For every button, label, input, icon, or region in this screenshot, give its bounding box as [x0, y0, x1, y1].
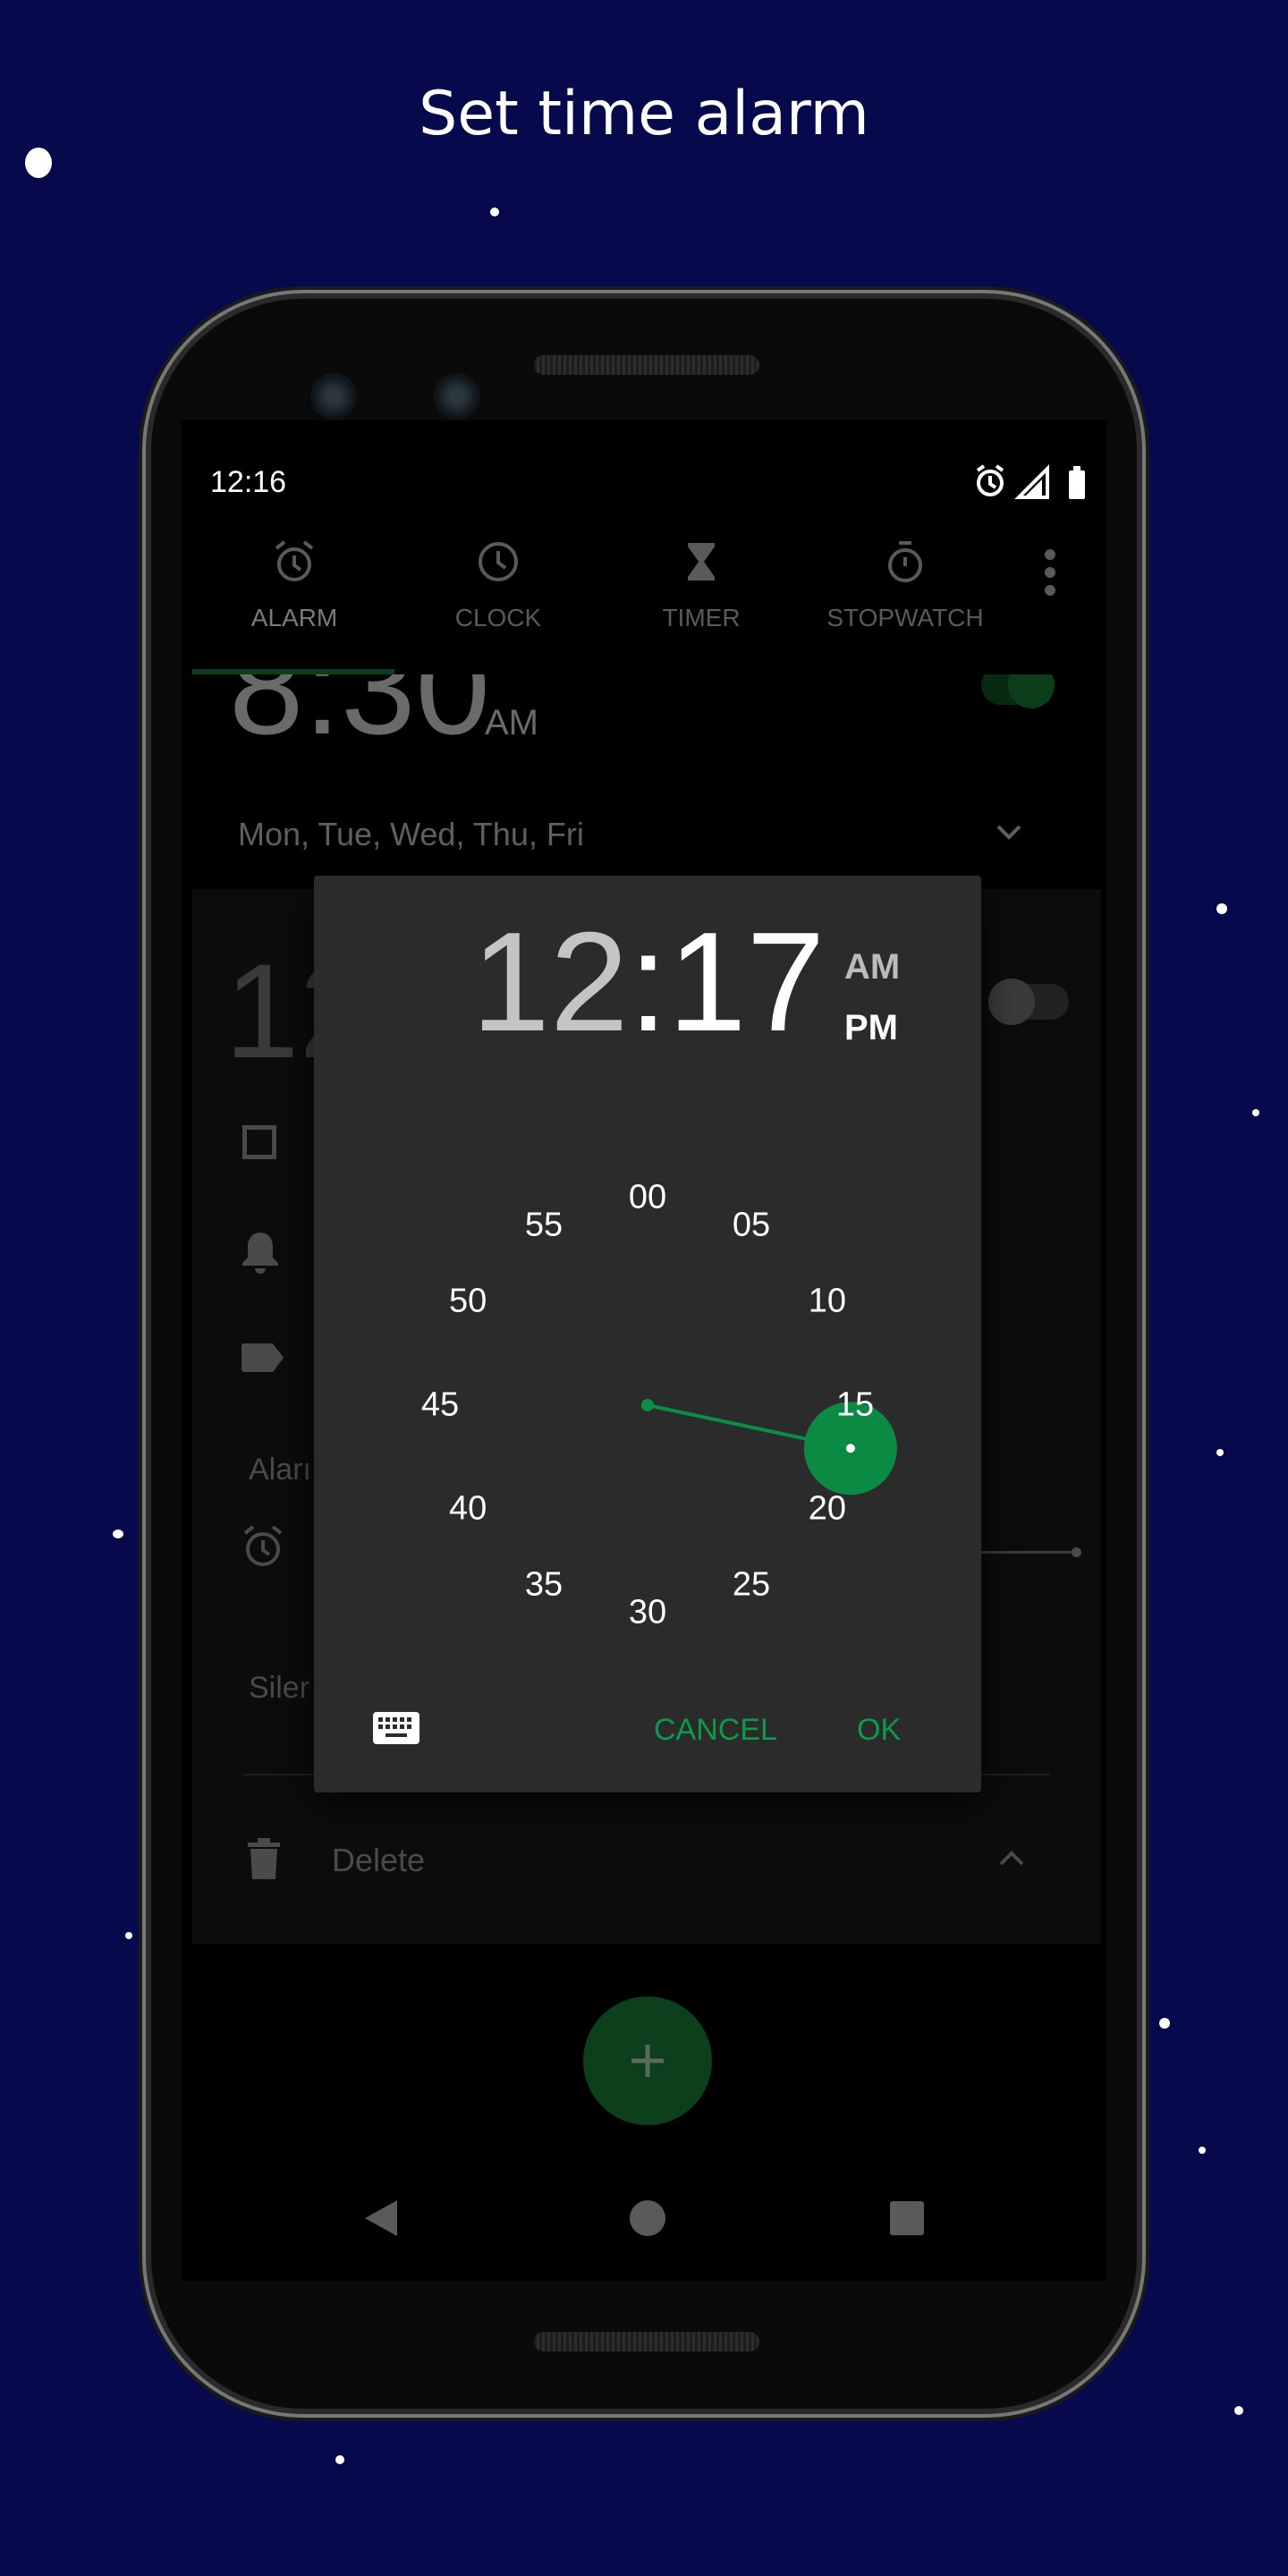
cancel-button[interactable]: CANCEL — [654, 1713, 777, 1748]
star-decoration — [1216, 903, 1227, 914]
camera-icon — [434, 373, 480, 419]
repeat-checkbox[interactable] — [242, 1125, 276, 1159]
minute-label[interactable]: 55 — [525, 1207, 563, 1245]
recents-icon[interactable] — [890, 2201, 924, 2235]
home-icon[interactable] — [630, 2200, 665, 2236]
page-title: Set time alarm — [419, 79, 869, 149]
minute-label[interactable]: 35 — [525, 1565, 563, 1604]
minute-label[interactable]: 25 — [733, 1565, 770, 1604]
stopwatch-icon — [888, 541, 922, 582]
more-options-icon[interactable] — [1039, 546, 1061, 599]
tab-alarm[interactable]: ALARM — [192, 539, 396, 632]
minute-label[interactable]: 10 — [809, 1283, 846, 1321]
tab-clock[interactable]: CLOCK — [396, 539, 600, 632]
chevron-down-icon[interactable] — [995, 821, 1023, 843]
tab-label: STOPWATCH — [826, 604, 984, 631]
minute-label[interactable]: 00 — [629, 1179, 666, 1217]
minute-clock-face[interactable]: 00 05 10 15 20 25 30 35 40 45 50 55 — [314, 876, 981, 1792]
alarm-clock-icon — [275, 540, 314, 581]
status-time: 12:16 — [210, 465, 287, 499]
battery-icon — [1069, 466, 1085, 499]
signal-icon — [1014, 464, 1049, 499]
tab-stopwatch[interactable]: STOPWATCH — [803, 539, 1007, 632]
star-decoration — [1159, 2018, 1170, 2029]
speaker-grille — [534, 355, 759, 375]
status-icons — [976, 464, 1085, 499]
hourglass-icon — [688, 543, 715, 580]
back-icon[interactable] — [361, 2199, 401, 2238]
tab-label: CLOCK — [454, 604, 542, 631]
alarm-volume-label: Aları — [249, 1453, 311, 1487]
alarm-ampm: AM — [485, 703, 538, 742]
hand-center-dot — [641, 1399, 654, 1411]
minute-label[interactable]: 30 — [629, 1594, 666, 1632]
alarm-time[interactable]: 8:30 — [229, 674, 490, 765]
star-decoration — [113, 1530, 123, 1538]
camera-icon — [310, 373, 357, 419]
alarm-icon — [976, 464, 1004, 496]
minute-label[interactable]: 45 — [421, 1386, 459, 1425]
star-decoration — [125, 1932, 132, 1939]
keyboard-icon[interactable] — [373, 1712, 419, 1744]
star-decoration — [1252, 1109, 1259, 1116]
time-picker-dialog: 12:17 AM PM 00 05 10 15 20 25 30 35 40 45 50 55 CAN… — [314, 876, 981, 1792]
tab-timer[interactable]: TIMER — [599, 539, 803, 632]
star-decoration — [1234, 2406, 1243, 2415]
chevron-up-icon[interactable] — [997, 1848, 1026, 1869]
star-decoration — [490, 208, 499, 216]
tab-label: ALARM — [250, 604, 338, 631]
alarm-toggle[interactable] — [988, 979, 1069, 1025]
minute-label[interactable]: 40 — [449, 1490, 487, 1529]
delete-button[interactable]: Delete — [332, 1842, 425, 1879]
bell-icon[interactable] — [241, 1229, 280, 1274]
minute-label[interactable]: 15 — [836, 1386, 874, 1425]
hand-selector-dot — [845, 1444, 855, 1453]
label-icon[interactable] — [241, 1342, 285, 1374]
star-decoration — [335, 2455, 344, 2464]
minute-label[interactable]: 50 — [449, 1283, 487, 1321]
ok-button[interactable]: OK — [857, 1713, 901, 1748]
plus-icon — [631, 2045, 664, 2077]
clock-hand[interactable] — [314, 876, 981, 1792]
volume-slider[interactable] — [979, 1547, 1081, 1557]
minute-label[interactable]: 20 — [809, 1490, 846, 1529]
add-alarm-button[interactable] — [583, 1996, 712, 2125]
speaker-grille — [534, 2332, 759, 2351]
minute-label[interactable]: 05 — [733, 1207, 770, 1245]
alarm-toggle[interactable] — [981, 674, 1055, 708]
alarm-clock-icon — [243, 1525, 283, 1566]
star-decoration — [1199, 2147, 1206, 2154]
tab-label: TIMER — [662, 604, 741, 631]
trash-icon[interactable] — [246, 1837, 282, 1880]
clock-icon — [479, 542, 518, 581]
star-decoration — [25, 148, 52, 178]
alarm-repeat-days[interactable]: Mon, Tue, Wed, Thu, Fri — [238, 816, 584, 853]
star-decoration — [1216, 1449, 1224, 1456]
ringtone-label[interactable]: Siler — [249, 1671, 309, 1706]
